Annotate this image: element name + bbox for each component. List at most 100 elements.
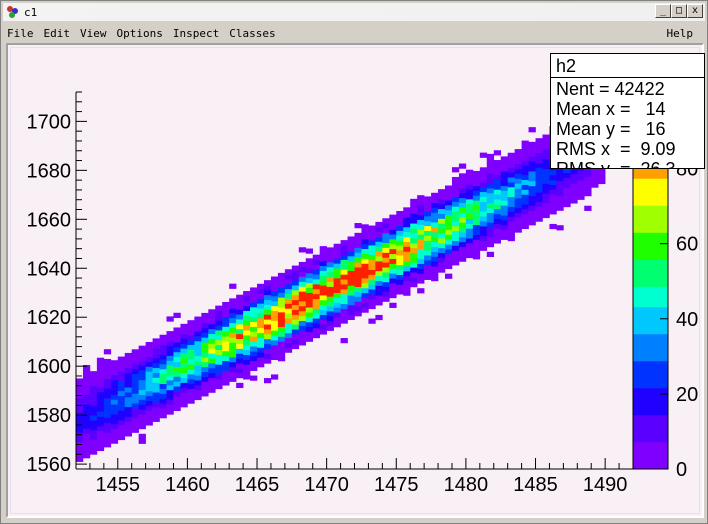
heatmap-cell (229, 308, 237, 314)
heatmap-cell (270, 310, 279, 316)
heatmap-cell (152, 362, 160, 369)
heatmap-cell (194, 380, 202, 386)
heatmap-cell (96, 382, 105, 388)
heatmap-cell (403, 275, 411, 282)
heatmap-cell (319, 295, 327, 301)
heatmap-cell (215, 325, 223, 331)
heatmap-cell (284, 279, 293, 285)
heatmap-cell (277, 312, 286, 318)
heatmap-cell (500, 156, 508, 162)
heatmap-cell (382, 277, 390, 283)
heatmap-cell (521, 209, 529, 215)
heatmap-cell (89, 390, 98, 396)
heatmap-cell (298, 271, 307, 277)
heatmap-cell (145, 376, 153, 382)
x-tick-label: 1470 (304, 474, 349, 496)
heatmap-cell (298, 340, 307, 346)
heatmap-cell (96, 406, 105, 412)
heatmap-cell (284, 298, 293, 304)
heatmap-cell (486, 168, 495, 174)
heatmap-cell (431, 241, 439, 247)
heatmap-cell (584, 191, 592, 197)
heatmap-cell (368, 245, 376, 251)
heatmap-cell (451, 221, 460, 227)
heatmap-cell (382, 237, 390, 244)
heatmap-cell (389, 224, 397, 230)
heatmap-cell (493, 150, 502, 156)
heatmap-cell (493, 194, 502, 200)
heatmap-cell (229, 357, 237, 363)
heatmap-cell (361, 238, 369, 245)
heatmap-cell (528, 176, 536, 182)
heatmap-cell (312, 328, 320, 334)
heatmap-cell (451, 206, 460, 212)
heatmap-cell (389, 273, 397, 279)
heatmap-cell (201, 376, 209, 382)
heatmap-cell (361, 292, 369, 299)
heatmap-cell (493, 179, 502, 185)
heatmap-cell (110, 409, 119, 415)
heatmap-cell (333, 253, 341, 259)
heatmap-cell (563, 201, 571, 208)
heatmap-cell (340, 259, 348, 265)
heatmap-cell (180, 362, 188, 369)
heatmap-cell (389, 268, 397, 274)
heatmap-cell (131, 354, 139, 360)
heatmap-cell (382, 247, 390, 253)
heatmap-cell (173, 371, 181, 377)
heatmap-cell (166, 316, 174, 322)
heatmap-cell (542, 139, 550, 145)
heatmap-cell (229, 327, 237, 333)
palette-tick-label: 0 (676, 459, 687, 481)
heatmap-cell (354, 262, 362, 268)
heatmap-cell (382, 262, 390, 268)
heatmap-cell (396, 235, 404, 241)
stats-separator (551, 77, 704, 78)
heatmap-cell (577, 175, 585, 181)
heatmap-cell (458, 163, 467, 169)
heatmap-cell (131, 427, 139, 433)
heatmap-cell (263, 289, 272, 296)
heatmap-cell (451, 186, 460, 192)
heatmap-cell (159, 354, 167, 360)
heatmap-cell (229, 313, 237, 319)
heatmap-cell (340, 254, 348, 260)
heatmap-cell (138, 404, 146, 410)
heatmap-cell (354, 286, 362, 292)
heatmap-cell (180, 328, 188, 334)
heatmap-cell (396, 245, 404, 251)
heatmap-cell (465, 169, 474, 175)
heatmap-cell (340, 269, 348, 275)
heatmap-cell (451, 230, 460, 237)
palette-segment (633, 300, 668, 308)
heatmap-cell (131, 393, 139, 399)
stats-box[interactable]: h2 Nent = 42422 Mean x = 14 Mean y = 16 … (550, 53, 705, 169)
heatmap-cell (305, 268, 314, 274)
heatmap-cell (250, 346, 258, 352)
heatmap-cell (145, 415, 153, 421)
heatmap-cell (180, 353, 188, 359)
heatmap-cell (250, 331, 258, 337)
heatmap-cell (598, 169, 606, 175)
heatmap-cell (257, 313, 265, 319)
heatmap-cell (465, 218, 474, 224)
heatmap-cell (131, 373, 139, 379)
heatmap-cell (563, 177, 571, 183)
heatmap-cell (284, 342, 293, 348)
heatmap-cell (117, 371, 126, 377)
heatmap-cell (410, 262, 418, 268)
palette-segment (633, 185, 668, 193)
heatmap-cell (347, 300, 355, 306)
heatmap-cell (424, 211, 432, 217)
heatmap-cell (528, 146, 536, 152)
heatmap-cell (486, 183, 495, 189)
y-tick-label: 1620 (27, 307, 72, 329)
heatmap-cell (270, 315, 279, 321)
heatmap-cell (570, 198, 578, 204)
palette-segment (633, 252, 668, 260)
heatmap-cell (403, 207, 411, 213)
palette-segment (633, 293, 668, 301)
heatmap-cell (368, 303, 376, 310)
heatmap-cell (117, 410, 126, 416)
heatmap-cell (326, 247, 334, 253)
